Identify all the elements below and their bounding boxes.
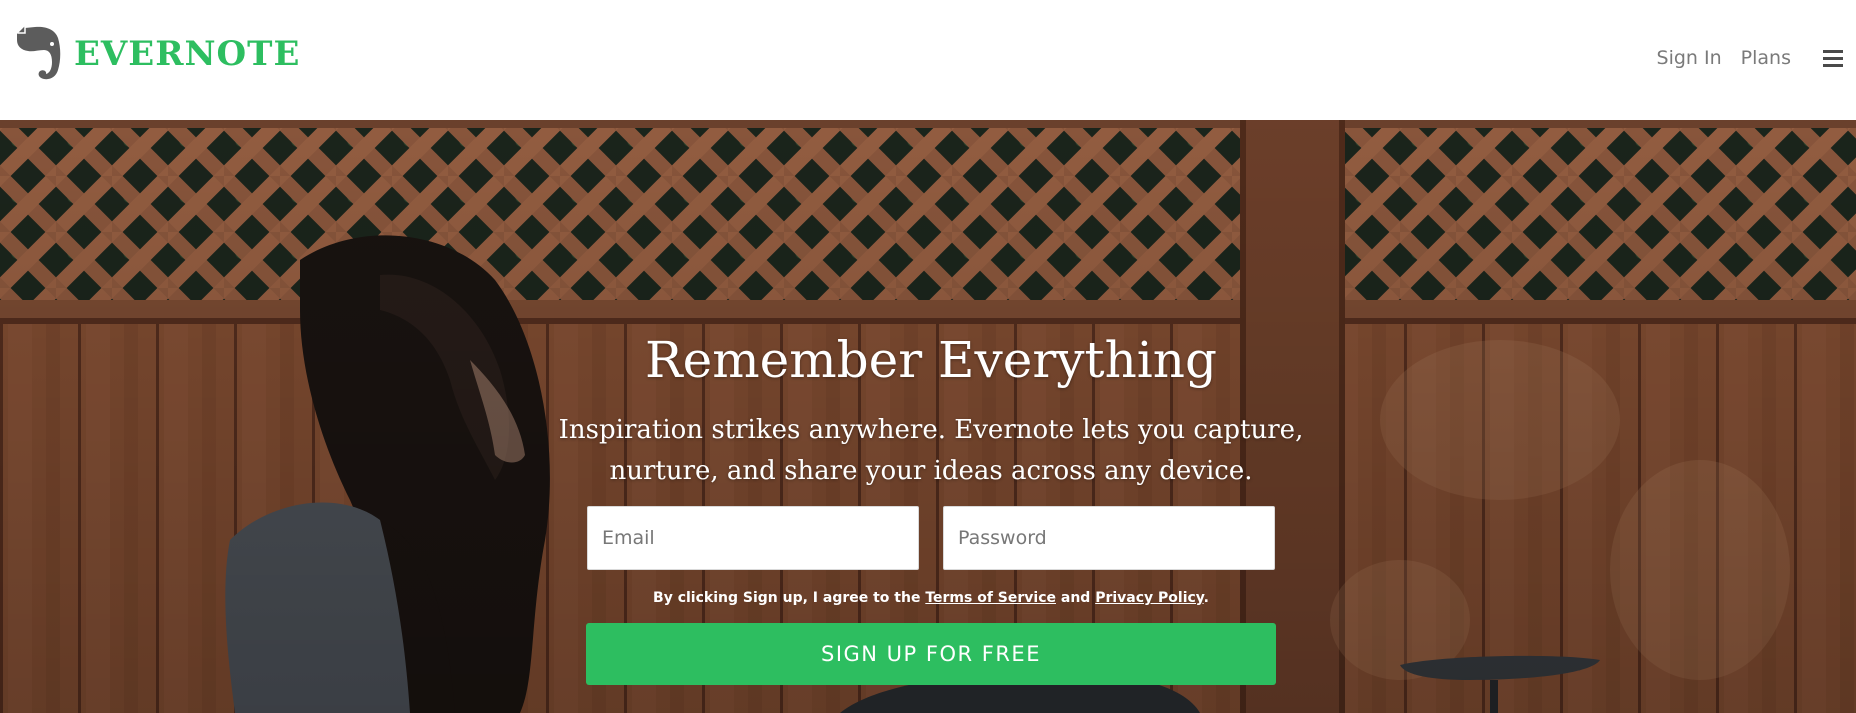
terms-of-service-link[interactable]: Terms of Service <box>925 590 1056 606</box>
hero-subtitle-line-2: nurture, and share your ideas across any… <box>609 456 1253 486</box>
terms-prefix: By clicking Sign up, I agree to the <box>653 590 926 606</box>
hero-subtitle-line-1: Inspiration strikes anywhere. Evernote l… <box>558 415 1304 445</box>
plans-link[interactable]: Plans <box>1741 47 1791 69</box>
top-nav: Sign In Plans <box>1657 40 1856 76</box>
site-header: EVERNOTE Sign In Plans <box>0 0 1856 120</box>
sign-in-link[interactable]: Sign In <box>1657 47 1722 69</box>
hero-title: Remember Everything <box>644 331 1218 389</box>
password-field[interactable] <box>943 506 1275 570</box>
signup-panel: Remember Everything Inspiration strikes … <box>0 120 1856 713</box>
logo-wordmark: EVERNOTE <box>74 34 301 74</box>
evernote-logo[interactable]: EVERNOTE <box>16 24 300 82</box>
terms-notice: By clicking Sign up, I agree to the Term… <box>0 587 1856 609</box>
elephant-logo-icon <box>17 26 61 80</box>
terms-middle: and <box>1056 590 1096 606</box>
privacy-policy-link[interactable]: Privacy Policy <box>1095 590 1203 606</box>
hamburger-menu-icon[interactable] <box>1822 47 1844 69</box>
sign-up-button[interactable]: SIGN UP FOR FREE <box>586 623 1276 685</box>
terms-suffix: . <box>1203 590 1209 606</box>
hero-section: Remember Everything Inspiration strikes … <box>0 120 1856 713</box>
hero-subtitle: Inspiration strikes anywhere. Evernote l… <box>0 410 1856 492</box>
email-field[interactable] <box>587 506 919 570</box>
